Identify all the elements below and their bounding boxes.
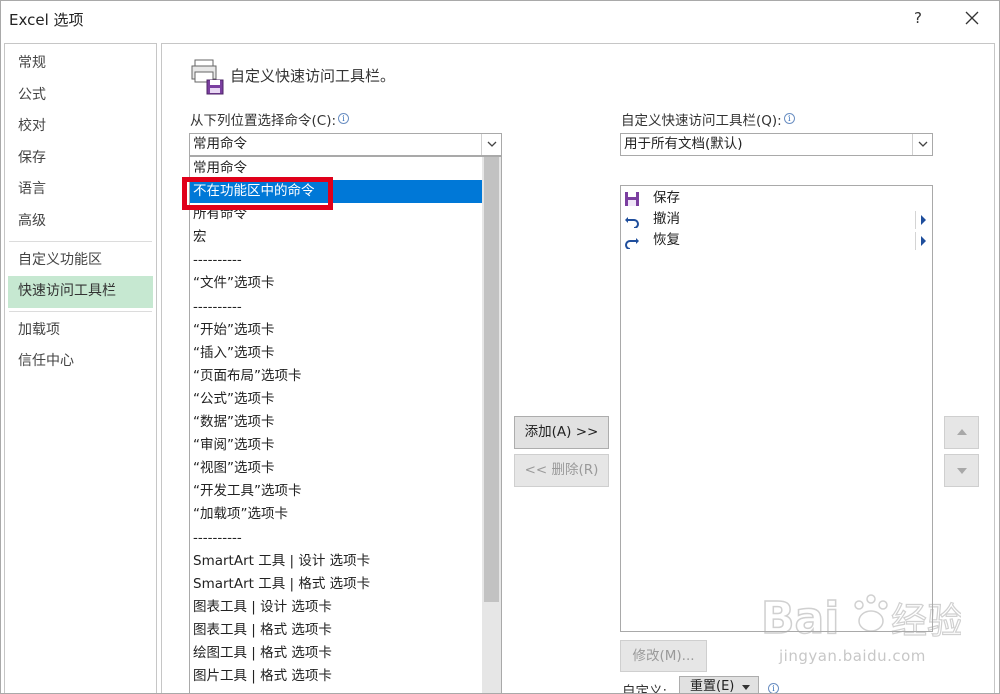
move-down-button[interactable] — [944, 454, 979, 487]
info-icon: i — [338, 113, 350, 124]
chevron-down-icon — [918, 141, 928, 147]
list-item[interactable]: 绘图工具 | 格式 选项卡 — [190, 642, 501, 665]
list-item[interactable]: “视图”选项卡 — [190, 457, 501, 480]
submenu-arrow-icon[interactable] — [921, 215, 926, 225]
list-item[interactable]: 保存 — [621, 188, 932, 209]
qat-scope-value: 用于所有文档(默认) — [624, 136, 743, 152]
svg-text:经验: 经验 — [891, 601, 961, 642]
divider — [915, 232, 916, 250]
list-scrollbar[interactable] — [482, 157, 501, 693]
dialog-title: Excel 选项 — [9, 11, 84, 29]
list-item[interactable]: 撤消 — [621, 209, 932, 230]
list-item[interactable]: “加载项”选项卡 — [190, 503, 501, 526]
list-item[interactable]: ---------- — [190, 527, 501, 550]
scrollbar-thumb[interactable] — [484, 157, 499, 602]
chevron-down-icon — [487, 141, 497, 147]
list-item[interactable]: 宏 — [190, 226, 501, 249]
list-item[interactable]: “页面布局”选项卡 — [190, 365, 501, 388]
qat-scope-dropdown[interactable]: 用于所有文档(默认) — [620, 133, 933, 156]
list-item[interactable]: SmartArt 工具 | 格式 选项卡 — [190, 573, 501, 596]
move-up-button[interactable] — [944, 416, 979, 449]
help-button[interactable]: ? — [907, 6, 929, 30]
quick-access-toolbar-icon — [191, 59, 224, 95]
nav-divider — [9, 240, 152, 242]
nav-item-language[interactable]: 语言 — [5, 174, 156, 206]
nav-item-general[interactable]: 常规 — [5, 48, 156, 80]
dropdown-arrow[interactable] — [481, 134, 501, 155]
list-item[interactable]: 图表工具 | 设计 选项卡 — [190, 596, 501, 619]
list-item[interactable]: “公式”选项卡 — [190, 388, 501, 411]
excel-options-dialog: Excel 选项 ? 常规 公式 校对 保存 语言 高级 自定义功能区 快速访问… — [0, 0, 1000, 694]
nav-divider — [9, 310, 152, 312]
nav-item-quick-access-toolbar[interactable]: 快速访问工具栏 — [8, 276, 153, 308]
qat-label-text: 自定义快速访问工具栏(Q): — [621, 113, 782, 129]
undo-icon — [625, 217, 639, 228]
svg-text:Bai: Bai — [761, 593, 839, 644]
qat-item-label: 保存 — [653, 190, 680, 206]
list-item[interactable]: “文件”选项卡 — [190, 272, 501, 295]
arrow-down-icon — [957, 468, 967, 474]
divider — [915, 211, 916, 229]
list-item[interactable]: ---------- — [190, 296, 501, 319]
list-item[interactable]: 图表工具 | 格式 选项卡 — [190, 619, 501, 642]
info-icon: i — [768, 683, 779, 693]
submenu-arrow-icon[interactable] — [921, 236, 926, 246]
list-item[interactable]: ---------- — [190, 249, 501, 272]
close-button[interactable] — [957, 5, 987, 31]
qat-commands-list[interactable]: 保存 撤消 恢复 — [620, 185, 933, 632]
choose-commands-label: 从下列位置选择命令(C): i — [190, 109, 350, 129]
list-item[interactable]: “审阅”选项卡 — [190, 434, 501, 457]
reset-button[interactable]: 重置(E) — [679, 676, 759, 694]
qat-label: 自定义快速访问工具栏(Q): i — [621, 109, 795, 129]
choose-commands-value: 常用命令 — [193, 136, 247, 152]
qat-item-label: 恢复 — [653, 232, 680, 248]
info-icon: i — [783, 113, 795, 124]
chevron-down-icon — [742, 685, 750, 690]
baidu-paw-icon: Bai 经验 — [760, 592, 963, 645]
add-button[interactable]: 添加(A) >> — [514, 416, 609, 449]
qat-item-label: 撤消 — [653, 211, 680, 227]
reset-label: 重置(E) — [690, 679, 735, 694]
save-icon — [625, 192, 639, 206]
watermark-text: jingyan.baidu.com — [779, 647, 926, 665]
baidu-watermark: Bai 经验 jingyan.baidu.com — [760, 583, 963, 683]
list-item[interactable]: 恢复 — [621, 230, 932, 251]
nav-item-trust-center[interactable]: 信任中心 — [5, 346, 156, 378]
dropdown-arrow[interactable] — [912, 134, 932, 155]
redo-icon — [625, 238, 639, 249]
nav-item-formulas[interactable]: 公式 — [5, 80, 156, 112]
highlight-annotation-box — [182, 177, 333, 210]
list-item[interactable]: “开发工具”选项卡 — [190, 480, 501, 503]
choose-commands-label-text: 从下列位置选择命令(C): — [190, 113, 337, 129]
title-bar: Excel 选项 ? — [1, 1, 999, 37]
close-icon — [965, 11, 979, 25]
nav-item-addins[interactable]: 加载项 — [5, 315, 156, 347]
remove-button[interactable]: << 删除(R) — [514, 454, 609, 487]
nav-item-customize-ribbon[interactable]: 自定义功能区 — [5, 245, 156, 277]
list-item[interactable]: 图片工具 | 格式 选项卡 — [190, 665, 501, 688]
commands-dropdown-list[interactable]: 常用命令 不在功能区中的命令 所有命令宏 ---------- “文件”选项卡 -----… — [189, 156, 502, 693]
list-item[interactable]: “数据”选项卡 — [190, 411, 501, 434]
customize-label: 自定义: — [622, 684, 668, 694]
choose-commands-dropdown[interactable]: 常用命令 — [189, 133, 502, 156]
section-title: 自定义快速访问工具栏。 — [230, 67, 396, 85]
modify-button[interactable]: 修改(M)... — [620, 640, 707, 672]
nav-item-proofing[interactable]: 校对 — [5, 111, 156, 143]
list-item[interactable]: “开始”选项卡 — [190, 319, 501, 342]
list-item[interactable]: “插入”选项卡 — [190, 342, 501, 365]
nav-item-save[interactable]: 保存 — [5, 143, 156, 175]
arrow-up-icon — [957, 429, 967, 435]
options-nav: 常规 公式 校对 保存 语言 高级 自定义功能区 快速访问工具栏 加载项 信任中… — [4, 43, 157, 693]
list-item[interactable]: SmartArt 工具 | 设计 选项卡 — [190, 550, 501, 573]
nav-item-advanced[interactable]: 高级 — [5, 206, 156, 238]
